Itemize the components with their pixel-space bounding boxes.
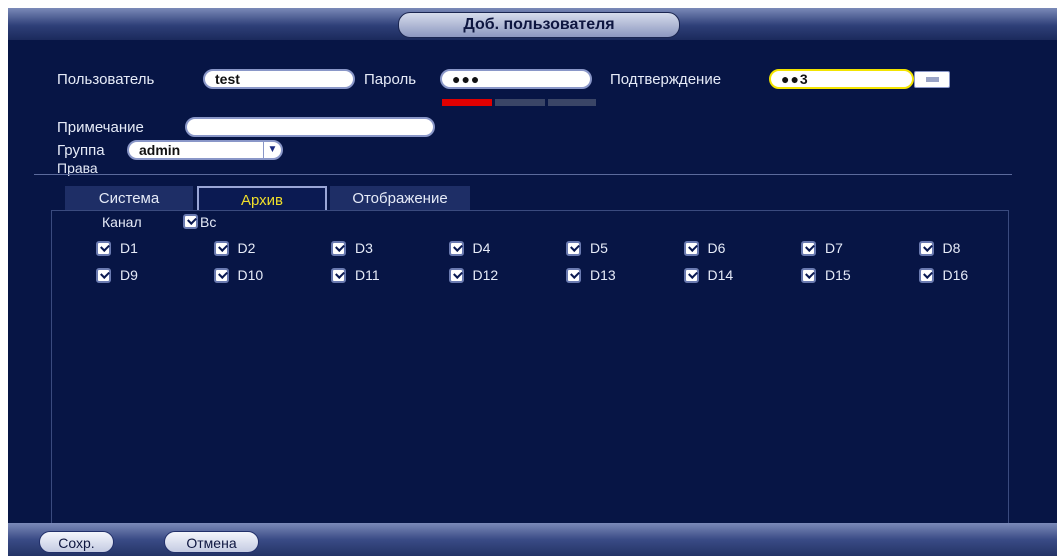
- channel-label: D12: [472, 267, 499, 283]
- channel-label: D11: [355, 267, 380, 283]
- channel-checkbox[interactable]: [918, 241, 934, 256]
- group-select[interactable]: admin ▼: [127, 140, 283, 160]
- channel-label: D2: [237, 240, 256, 256]
- tab-display[interactable]: Отображение: [330, 186, 470, 211]
- channel-checkbox[interactable]: [213, 241, 229, 256]
- select-all-label: Вс: [200, 214, 217, 230]
- rights-panel: [51, 210, 1009, 532]
- dialog-titlebar: Доб. пользователя: [8, 8, 1057, 40]
- password-strength-segment-3: [548, 99, 596, 106]
- user-field[interactable]: test: [203, 69, 355, 89]
- channel-checkbox[interactable]: [448, 241, 464, 256]
- group-label: Группа: [57, 142, 105, 159]
- channel-checkbox[interactable]: [331, 268, 346, 283]
- note-label: Примечание: [57, 119, 144, 136]
- channel-checkbox[interactable]: [566, 241, 581, 256]
- channel-checkbox[interactable]: [801, 241, 816, 256]
- channel-checkbox[interactable]: [331, 241, 346, 256]
- channel-checkbox[interactable]: [213, 268, 229, 283]
- note-field[interactable]: [185, 117, 435, 137]
- channel-label: D7: [825, 240, 843, 256]
- password-field[interactable]: ●●●: [440, 69, 592, 89]
- channel-label: D4: [472, 240, 491, 256]
- channel-label: D13: [590, 267, 616, 283]
- channel-checkbox[interactable]: [448, 268, 464, 283]
- confirm-password-field[interactable]: ●●3: [769, 69, 914, 89]
- channel-label: D16: [942, 267, 969, 283]
- chevron-down-icon[interactable]: ▼: [263, 142, 281, 158]
- select-all-checkbox[interactable]: [183, 214, 198, 229]
- cancel-button[interactable]: Отмена: [164, 531, 259, 553]
- channel-checkbox[interactable]: [801, 268, 816, 283]
- channel-label: D14: [707, 267, 734, 283]
- channel-checkbox[interactable]: [96, 241, 111, 256]
- channel-label: D5: [590, 240, 608, 256]
- save-button[interactable]: Сохр.: [39, 531, 114, 553]
- rights-divider: [34, 174, 1012, 175]
- channel-label: D9: [120, 267, 138, 283]
- password-strength-segment-1: [442, 99, 492, 106]
- channel-label: D15: [825, 267, 851, 283]
- confirm-label: Подтверждение: [610, 71, 722, 88]
- channel-header-label: Канал: [102, 214, 142, 230]
- channel-checkbox[interactable]: [683, 268, 699, 283]
- channel-label: D8: [942, 240, 961, 256]
- password-label: Пароль: [364, 71, 417, 88]
- channel-label: D1: [120, 240, 138, 256]
- user-label: Пользователь: [57, 71, 155, 88]
- password-strength-segment-2: [495, 99, 545, 106]
- channel-checkbox[interactable]: [96, 268, 111, 283]
- channel-checkbox[interactable]: [918, 268, 934, 283]
- tab-archive[interactable]: Архив: [197, 186, 327, 211]
- channel-checkbox[interactable]: [683, 241, 699, 256]
- channel-label: D6: [707, 240, 726, 256]
- channel-checkbox[interactable]: [566, 268, 581, 283]
- channel-label: D10: [237, 267, 264, 283]
- keyboard-icon[interactable]: [914, 71, 950, 88]
- channel-label: D3: [355, 240, 373, 256]
- tab-system[interactable]: Система: [65, 186, 193, 211]
- dialog-title: Доб. пользователя: [398, 12, 680, 38]
